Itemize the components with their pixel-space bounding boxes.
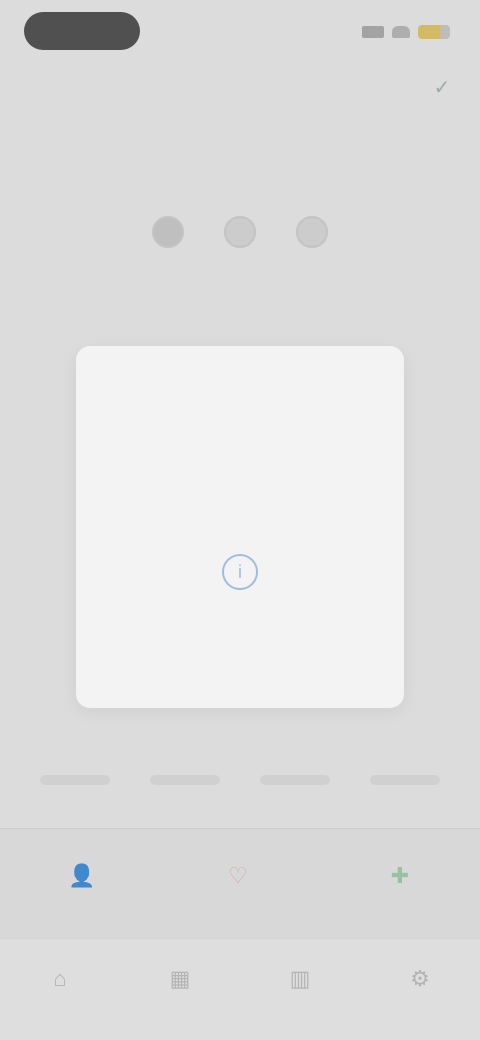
dialog-secondary-button[interactable] (156, 664, 324, 696)
alert-dialog: i (76, 346, 404, 708)
dialog-primary-button[interactable] (116, 610, 364, 644)
screen: ✓ 👤 ♡ ✚ ⌂ ▦ ▥ ⚙ i (0, 0, 480, 1040)
info-icon: i (222, 554, 258, 590)
